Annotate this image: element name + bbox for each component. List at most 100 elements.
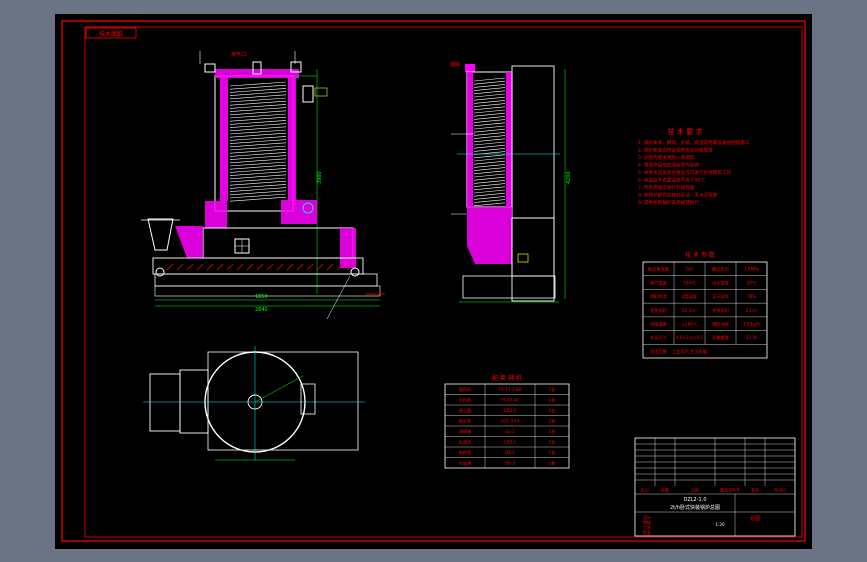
furnace-chamber	[202, 227, 354, 259]
parts-cell: 2台	[549, 418, 556, 425]
tube-line	[229, 196, 287, 202]
tube-line	[229, 164, 287, 170]
grate-frame	[154, 273, 378, 287]
plan-outline	[207, 351, 359, 451]
side-tube-line	[473, 122, 506, 127]
cad-viewport[interactable]: 技术图纸 排气口 3980 1850 2840 烟囱 4200 技 术 要 求 …	[55, 14, 812, 549]
spec-table: 技 术 参 数 额定蒸发量 2t/h 额定压力 1.0MPa 蒸汽温度 184℃ 给水温度 2…	[642, 251, 768, 359]
title-block: 标记 处数 分区 更改文件号 签名 年月日 DZL2-1.0 2t/h卧式快装锅炉总图 总…	[634, 437, 796, 537]
side-tube-line	[473, 202, 506, 207]
tube-line	[229, 142, 287, 148]
side-tube-line	[473, 141, 506, 146]
grate-link	[246, 263, 254, 271]
tube-line	[229, 152, 287, 157]
parts-cell: LSX-2	[504, 440, 516, 445]
side-tube-line	[473, 192, 506, 197]
tube-line	[229, 148, 287, 154]
side-tube-line	[473, 164, 506, 168]
grate-link	[256, 263, 264, 271]
side-tube-line	[473, 100, 506, 104]
tube-line	[229, 104, 287, 109]
parts-cell: T4-72-2.8A	[497, 387, 521, 392]
tube-line	[229, 84, 287, 90]
spec-cell: 受热面积	[650, 307, 667, 314]
side-tube-line	[473, 128, 506, 133]
tube-line	[229, 123, 287, 128]
parts-cell: 1台	[549, 386, 556, 393]
drawing-number: DZL2-1.0	[684, 497, 707, 503]
side-tube-line	[473, 196, 506, 200]
title-block-headers: 标记 处数 分区 更改文件号 签名 年月日	[641, 487, 786, 493]
grate-link	[236, 263, 244, 271]
spec-cell: 外形尺寸	[650, 334, 667, 341]
side-fan-box	[511, 217, 555, 277]
side-furnace-lining	[467, 207, 512, 264]
side-tube-line	[473, 96, 506, 101]
parts-cell: 1台	[549, 397, 556, 404]
tb-header-cell: 分区	[691, 487, 699, 493]
grate-link	[186, 263, 194, 271]
spec-cell: 2t/h	[685, 267, 694, 272]
spec-cell: 燃料消耗	[712, 321, 730, 328]
left-insulation	[220, 77, 228, 201]
parts-cell: 引风机	[459, 397, 472, 404]
water-level-gauge	[302, 85, 314, 103]
safety-valve	[204, 63, 216, 73]
parts-cell: 水处理	[459, 460, 472, 467]
side-tube-line	[473, 199, 506, 203]
side-tube-line	[473, 138, 506, 143]
tech-requirement-item: 6. 保温层外表面温度不高于50℃	[638, 177, 705, 184]
grate-link	[316, 263, 324, 271]
tb-header-cell: 标记	[641, 487, 649, 493]
side-tube-line	[473, 189, 506, 194]
tech-requirements-list: 1. 锅炉本体、钢架、炉墙、保温及附属设备按图纸施工2. 锅炉安装应符合相关安装…	[638, 139, 750, 206]
tube-line	[229, 193, 287, 199]
parts-cell: DK-2	[505, 450, 515, 455]
title-block-signatures: 设计审核工艺批准	[643, 514, 651, 535]
front-arch	[205, 201, 227, 228]
front-view: 排气口 3980 1850 2840	[141, 51, 385, 320]
top-manhole	[465, 64, 475, 72]
parts-cell: 1台	[549, 407, 556, 414]
spec-cell: 适用范围	[650, 348, 667, 355]
parts-cell: 鼓风机	[459, 386, 472, 393]
spec-table-rows: 额定蒸发量 2t/h 额定压力 1.0MPa 蒸汽温度 184℃ 给水温度 20℃ 燃料种类 Ⅱ类…	[643, 262, 767, 355]
spec-cell: 燃料种类	[650, 293, 668, 300]
parts-cell: 出渣机	[459, 439, 472, 446]
tube-line	[229, 81, 287, 87]
tb-header-cell: 更改文件号	[720, 487, 740, 493]
tube-line	[229, 132, 287, 138]
spec-cell: 20℃	[746, 280, 756, 285]
spec-cell: 4.6×2.4×4.1	[676, 335, 703, 340]
tube-line	[229, 145, 287, 151]
grate-link	[266, 263, 274, 271]
sheet-tag-label: 技术图纸	[99, 30, 123, 38]
side-tube-line	[473, 93, 506, 98]
grate-link	[306, 263, 314, 271]
parts-cell: 1台	[549, 428, 556, 435]
side-tube-line	[473, 106, 506, 111]
spec-cell: 蒸汽温度	[650, 279, 668, 286]
base-dim-label: 1850	[255, 294, 268, 300]
tb-header-cell: 年月日	[774, 487, 786, 493]
side-tube-line	[473, 112, 506, 117]
spec-cell: Ⅱ类烟煤	[682, 293, 697, 300]
side-tube-line	[473, 148, 506, 152]
tube-line	[229, 126, 287, 132]
parts-cell: 1台	[549, 439, 556, 446]
parts-cell: Y5-47-4C	[499, 398, 519, 403]
tube-line	[229, 180, 287, 186]
tech-requirements: 技 术 要 求 1. 锅炉本体、钢架、炉墙、保温及附属设备按图纸施工2. 锅炉安…	[638, 127, 750, 206]
tube-line	[229, 158, 287, 164]
tech-requirement-item: 4. 管道焊接前应清除管内杂物	[638, 162, 699, 169]
side-tube-line	[473, 183, 506, 187]
tech-requirements-title: 技 术 要 求	[668, 127, 703, 136]
parts-cell: 除尘器	[459, 407, 472, 414]
spec-cell: 运输重量	[712, 334, 729, 341]
tube-line	[229, 94, 287, 100]
tube-line	[229, 97, 287, 103]
front-sprocket	[155, 267, 165, 277]
tube-line	[229, 88, 287, 93]
spec-cell: 给水温度	[712, 279, 730, 286]
parts-table: 配 套 辅 机 鼓风机 T4-72-2.8A 1台引风机 Y5-47-4C 1台除尘器 X…	[444, 374, 570, 469]
